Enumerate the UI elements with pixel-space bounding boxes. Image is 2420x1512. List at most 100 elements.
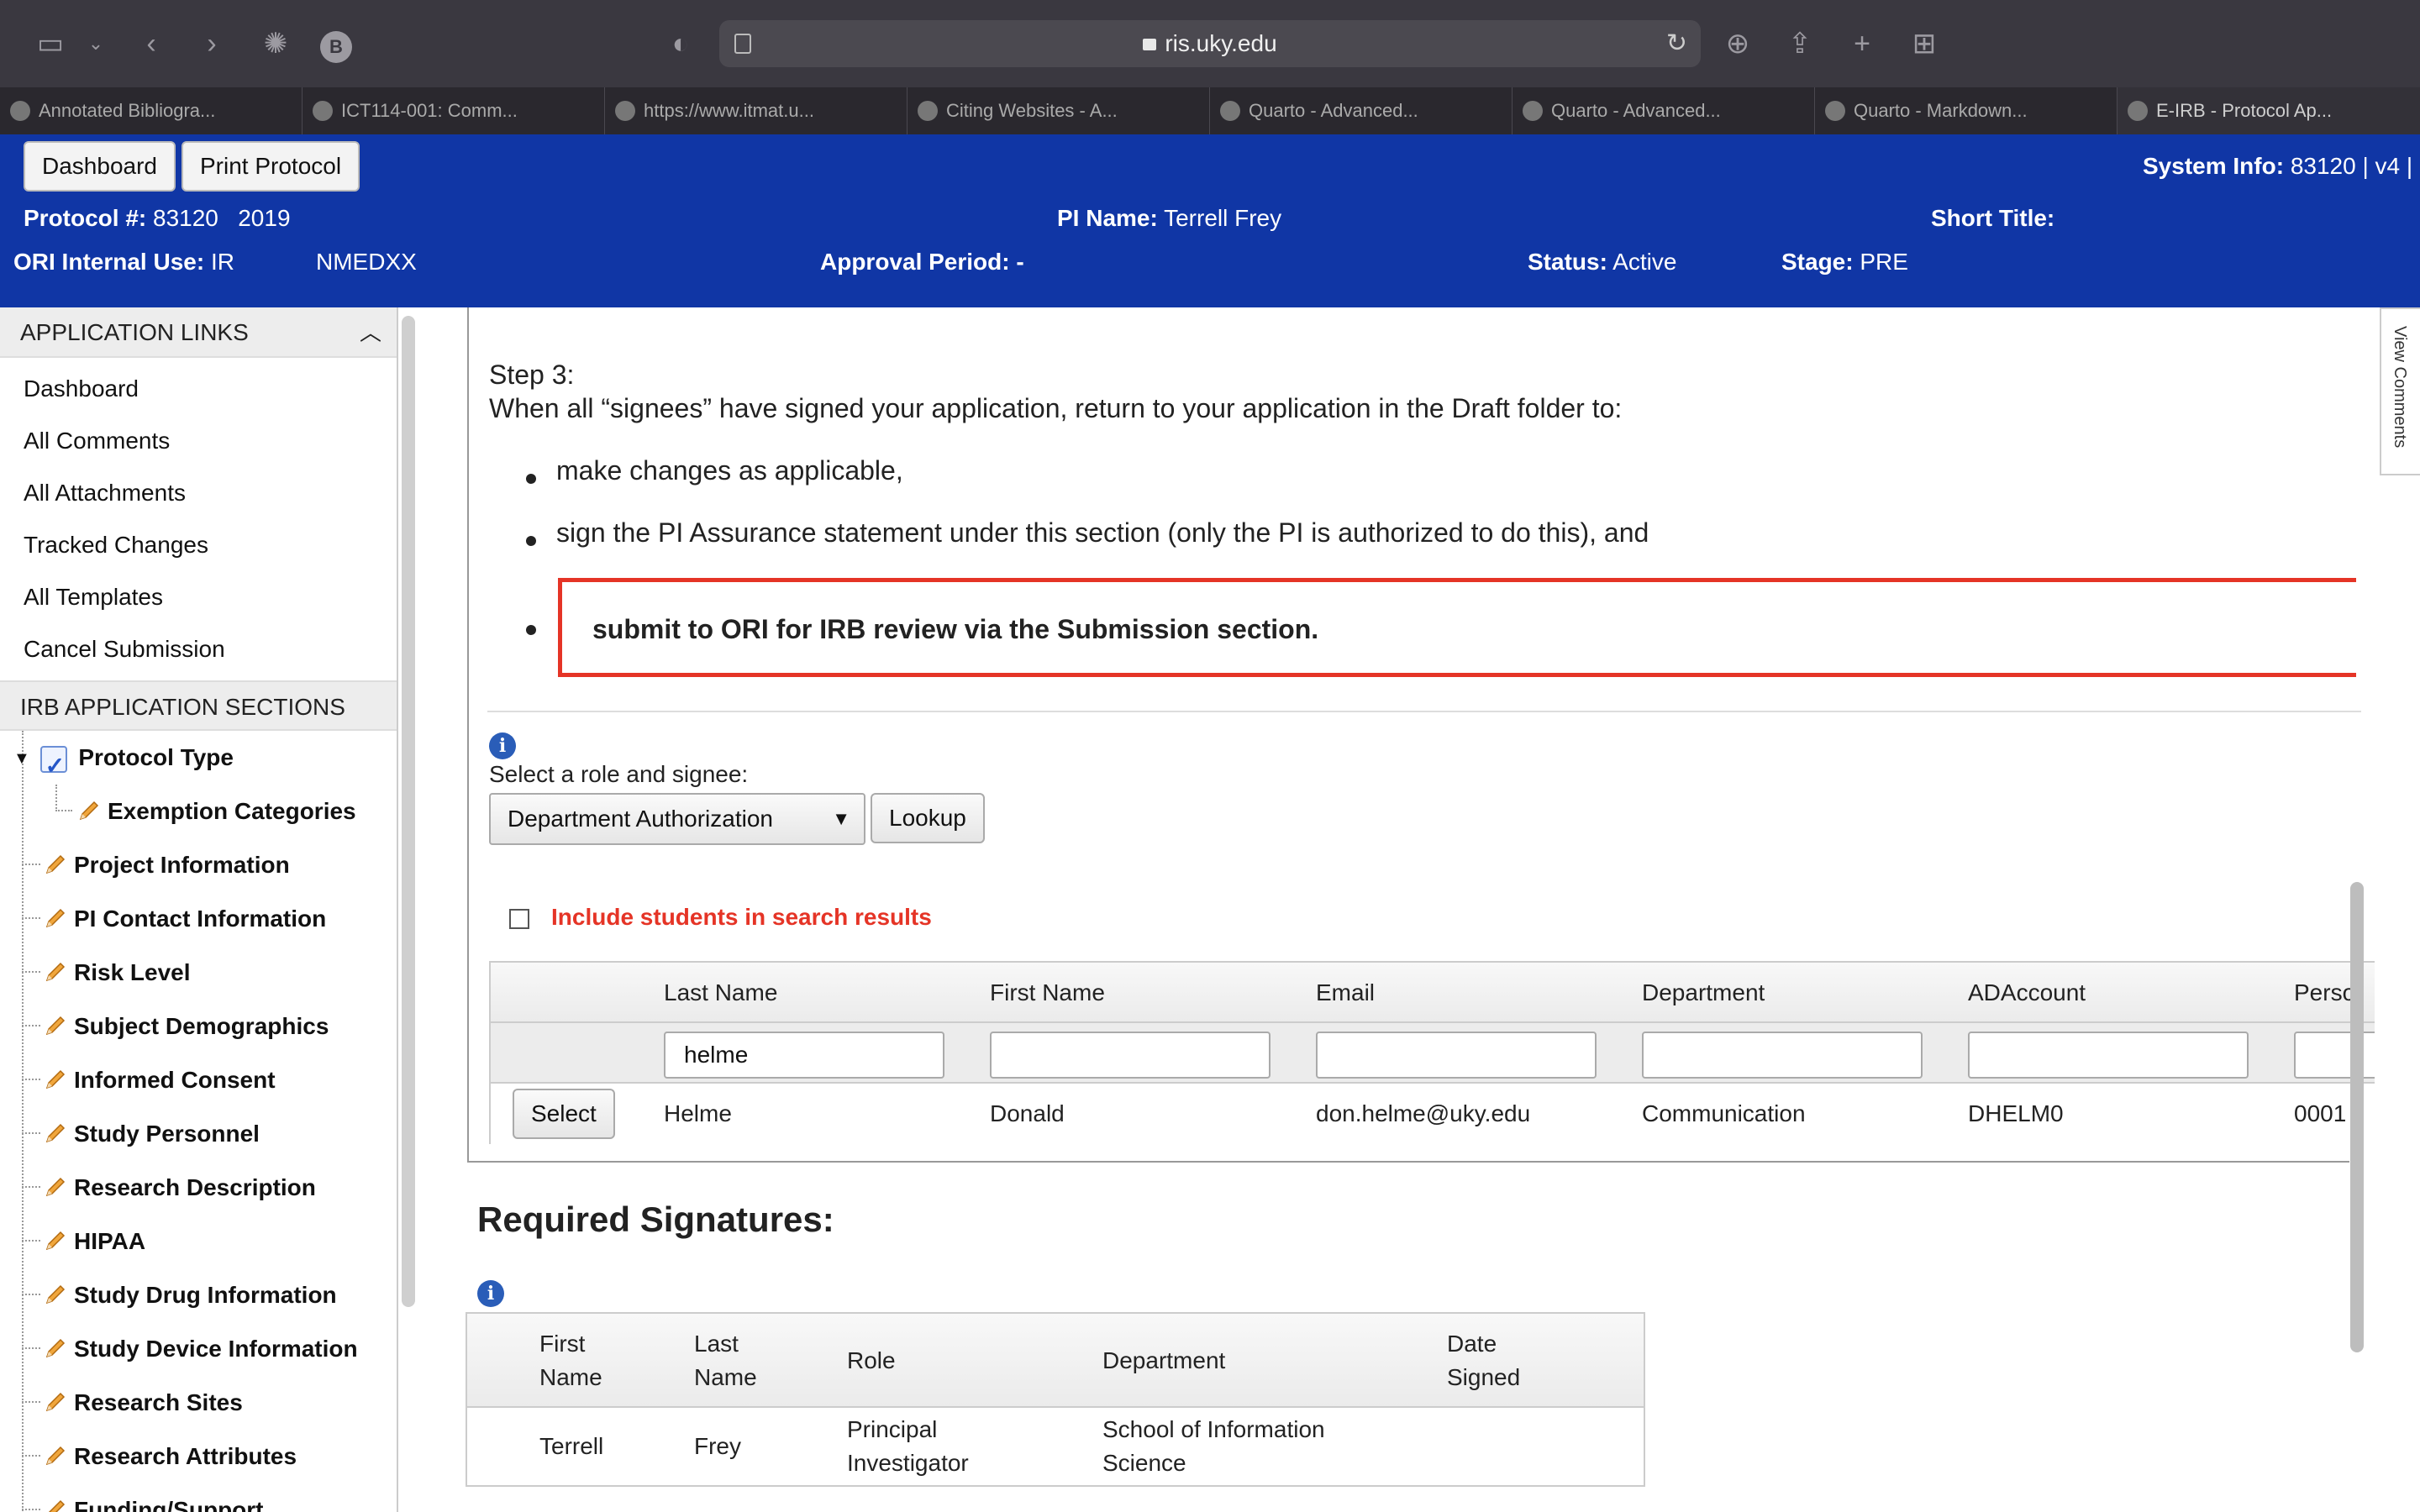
section-hipaa[interactable]: HIPAA <box>0 1215 397 1268</box>
main-scrollbar[interactable] <box>2350 882 2364 1352</box>
privacy-shield-icon[interactable]: ◐ <box>660 24 701 64</box>
pencil-icon <box>45 1123 66 1143</box>
section-study-personnel[interactable]: Study Personnel <box>0 1107 397 1161</box>
include-students-label[interactable]: Include students in search results <box>551 904 932 931</box>
col-email[interactable]: Email <box>1316 979 1375 1006</box>
new-tab-icon[interactable]: + <box>1842 24 1882 64</box>
browser-tab[interactable]: https://www.itmat.u... <box>605 87 908 134</box>
browser-tab-active[interactable]: E-IRB - Protocol Ap... <box>2118 87 2420 134</box>
section-label: Protocol Type <box>78 744 234 770</box>
extension-b-icon[interactable]: B <box>316 24 356 64</box>
col-first-name[interactable]: First Name <box>990 979 1105 1006</box>
bullet-icon <box>526 625 536 635</box>
info-icon[interactable]: i <box>489 732 516 759</box>
browser-tab[interactable]: Annotated Bibliogra... <box>0 87 302 134</box>
url-bar[interactable]: ris.uky.edu ↻ <box>719 20 1701 67</box>
pencil-icon <box>45 1231 66 1251</box>
dashboard-button[interactable]: Dashboard <box>24 141 176 192</box>
tree-expand-icon[interactable]: ▼ <box>13 749 30 768</box>
sidebar: APPLICATION LINKS ︿ Dashboard All Commen… <box>0 307 398 1512</box>
section-research-sites[interactable]: Research Sites <box>0 1376 397 1430</box>
tab-favicon-icon <box>1825 101 1845 121</box>
sidebar-link-all-comments[interactable]: All Comments <box>0 415 397 467</box>
tab-label: Quarto - Markdown... <box>1854 100 2028 121</box>
col-last-name[interactable]: Last Name <box>664 979 777 1006</box>
chevron-down-icon[interactable]: ⌄ <box>76 24 116 64</box>
tab-favicon-icon <box>1523 101 1543 121</box>
tab-favicon-icon <box>918 101 938 121</box>
section-informed-consent[interactable]: Informed Consent <box>0 1053 397 1107</box>
protocol-year: 2019 <box>238 205 291 231</box>
browser-tab[interactable]: Quarto - Advanced... <box>1512 87 1815 134</box>
section-research-attributes[interactable]: Research Attributes <box>0 1430 397 1483</box>
browser-tab[interactable]: Quarto - Markdown... <box>1815 87 2118 134</box>
col-person[interactable]: Perso <box>2294 979 2355 1006</box>
extension-icon[interactable]: ✺ <box>255 24 296 64</box>
section-risk-level[interactable]: Risk Level <box>0 946 397 1000</box>
section-project-information[interactable]: Project Information <box>0 838 397 892</box>
chevron-up-icon[interactable]: ︿ <box>360 307 381 358</box>
pencil-icon <box>45 854 66 874</box>
stage-value: PRE <box>1860 249 1908 275</box>
pencil-icon <box>45 1338 66 1358</box>
browser-tab[interactable]: Citing Websites - A... <box>908 87 1210 134</box>
grid-filter-row: helme <box>491 1023 2375 1084</box>
sidebar-link-all-attachments[interactable]: All Attachments <box>0 467 397 519</box>
include-students-checkbox[interactable] <box>509 909 529 929</box>
last-name-filter[interactable]: helme <box>664 1032 944 1079</box>
role-select[interactable]: Department Authorization ▼ <box>489 793 865 845</box>
info-icon[interactable]: i <box>477 1280 504 1307</box>
section-funding-support[interactable]: Funding/Support <box>0 1483 397 1512</box>
sidebar-link-cancel-submission[interactable]: Cancel Submission <box>0 623 397 675</box>
share-icon[interactable]: ⇪ <box>1780 24 1820 64</box>
section-protocol-type[interactable]: ▼ ✓ Protocol Type <box>0 731 397 785</box>
sidebar-scrollbar[interactable] <box>402 316 415 1307</box>
section-research-description[interactable]: Research Description <box>0 1161 397 1215</box>
section-label: Research Attributes <box>74 1443 297 1469</box>
approval-period: Approval Period: - <box>820 249 1024 276</box>
irb-sections-header: IRB APPLICATION SECTIONS <box>0 680 397 731</box>
tree-dots <box>22 1509 40 1510</box>
section-study-drug-information[interactable]: Study Drug Information <box>0 1268 397 1322</box>
download-icon[interactable]: ⊕ <box>1718 24 1758 64</box>
sidebar-link-tracked-changes[interactable]: Tracked Changes <box>0 519 397 571</box>
section-label: Project Information <box>74 852 290 878</box>
tree-dots <box>55 785 72 811</box>
col-adaccount[interactable]: ADAccount <box>1968 979 2086 1006</box>
tab-overview-icon[interactable]: ⊞ <box>1904 24 1944 64</box>
sidebar-link-all-templates[interactable]: All Templates <box>0 571 397 623</box>
tree-dots <box>22 864 40 865</box>
browser-tab[interactable]: Quarto - Advanced... <box>1210 87 1512 134</box>
back-icon[interactable]: ‹ <box>131 24 171 64</box>
tab-favicon-icon <box>1220 101 1240 121</box>
section-label: HIPAA <box>74 1228 146 1254</box>
application-links-header[interactable]: APPLICATION LINKS ︿ <box>0 307 397 358</box>
view-comments-tab[interactable]: View Comments <box>2380 307 2420 475</box>
tab-label: Annotated Bibliogra... <box>39 100 216 121</box>
tab-label: ICT114-001: Comm... <box>341 100 518 121</box>
status-value: Active <box>1612 249 1677 275</box>
reload-icon[interactable]: ↻ <box>1666 20 1687 67</box>
reader-icon[interactable] <box>734 34 751 54</box>
first-name-filter[interactable] <box>990 1032 1270 1079</box>
section-subject-demographics[interactable]: Subject Demographics <box>0 1000 397 1053</box>
email-filter[interactable] <box>1316 1032 1597 1079</box>
section-study-device-information[interactable]: Study Device Information <box>0 1322 397 1376</box>
section-pi-contact-information[interactable]: PI Contact Information <box>0 892 397 946</box>
result-first-name: Donald <box>990 1100 1065 1126</box>
pencil-icon <box>48 1499 66 1512</box>
adaccount-filter[interactable] <box>1968 1032 2249 1079</box>
lookup-button[interactable]: Lookup <box>871 793 985 843</box>
required-signatures-title: Required Signatures: <box>477 1200 834 1239</box>
step-title: Step 3: <box>489 360 575 390</box>
browser-tab[interactable]: ICT114-001: Comm... <box>302 87 605 134</box>
sidebar-link-dashboard[interactable]: Dashboard <box>0 363 397 415</box>
section-exemption-categories[interactable]: Exemption Categories <box>0 785 397 838</box>
col-department[interactable]: Department <box>1642 979 1765 1006</box>
sidebar-toggle-icon[interactable]: ▭ <box>30 24 71 64</box>
forward-icon[interactable]: › <box>192 24 232 64</box>
print-protocol-button[interactable]: Print Protocol <box>182 141 360 192</box>
department-filter[interactable] <box>1642 1032 1923 1079</box>
sig-last-name: Frey <box>694 1433 741 1459</box>
select-signee-button[interactable]: Select <box>513 1089 615 1139</box>
